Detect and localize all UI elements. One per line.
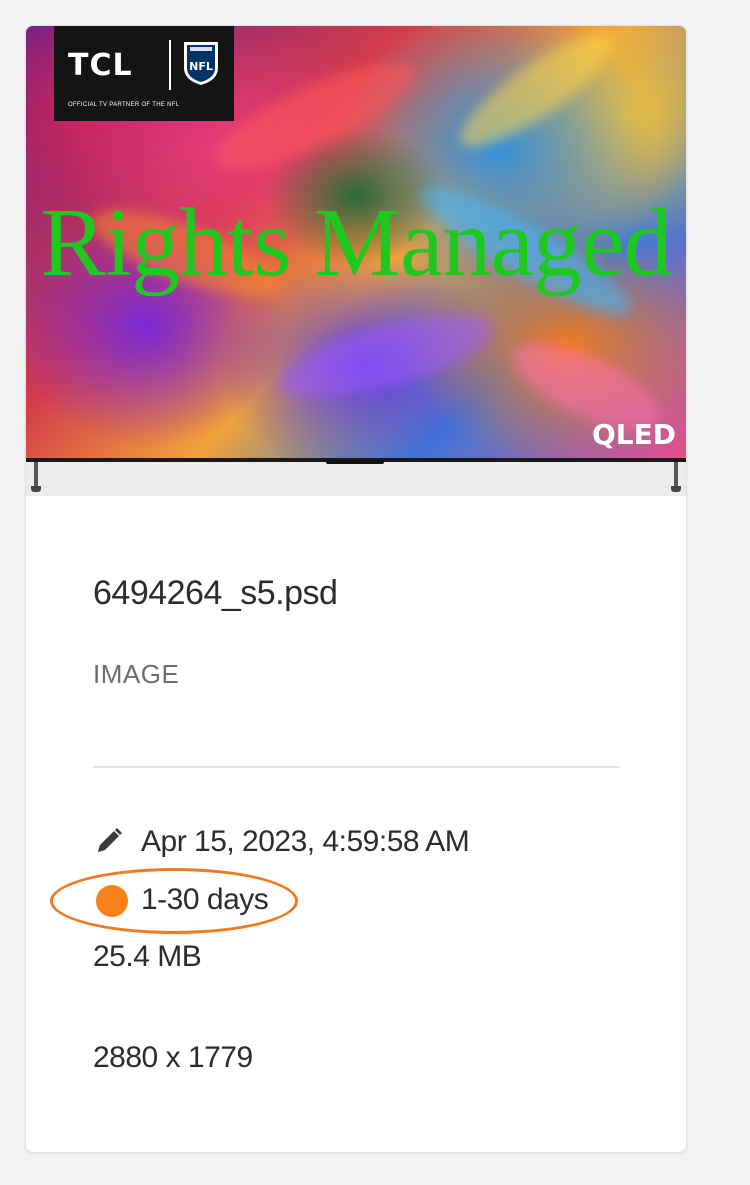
- tv-bezel-center: [326, 460, 384, 464]
- asset-thumbnail[interactable]: TCL NFL OFFICIAL TV PARTNER OF THE NFL R…: [26, 26, 686, 496]
- tcl-nfl-logo: TCL NFL OFFICIAL TV PARTNER OF THE NFL: [54, 26, 234, 121]
- tv-screen-image: TCL NFL OFFICIAL TV PARTNER OF THE NFL R…: [26, 26, 686, 458]
- section-divider: [93, 766, 620, 768]
- modified-date: Apr 15, 2023, 4:59:58 AM: [141, 825, 470, 858]
- tv-stand-foot-left: [31, 486, 41, 492]
- logo-tagline: OFFICIAL TV PARTNER OF THE NFL: [68, 102, 180, 108]
- tcl-logo-text: TCL: [68, 48, 133, 83]
- rights-managed-watermark: Rights Managed: [40, 189, 672, 297]
- color-streak: [271, 298, 501, 414]
- color-streak: [447, 26, 625, 164]
- nfl-shield-icon: NFL: [184, 42, 218, 85]
- qled-badge: QLED: [591, 418, 676, 451]
- file-size: 25.4 MB: [93, 940, 202, 973]
- logo-divider: [169, 40, 171, 90]
- color-streak: [203, 42, 429, 190]
- asset-filename[interactable]: 6494264_s5.psd: [93, 574, 338, 613]
- tv-stand-foot-right: [671, 486, 681, 492]
- asset-card[interactable]: TCL NFL OFFICIAL TV PARTNER OF THE NFL R…: [25, 25, 687, 1153]
- nfl-mark: NFL: [189, 60, 213, 73]
- image-dimensions: 2880 x 1779: [93, 1041, 253, 1074]
- asset-type-label: IMAGE: [93, 659, 180, 689]
- expiry-highlight-annotation: [50, 868, 298, 934]
- pencil-icon: [98, 828, 122, 852]
